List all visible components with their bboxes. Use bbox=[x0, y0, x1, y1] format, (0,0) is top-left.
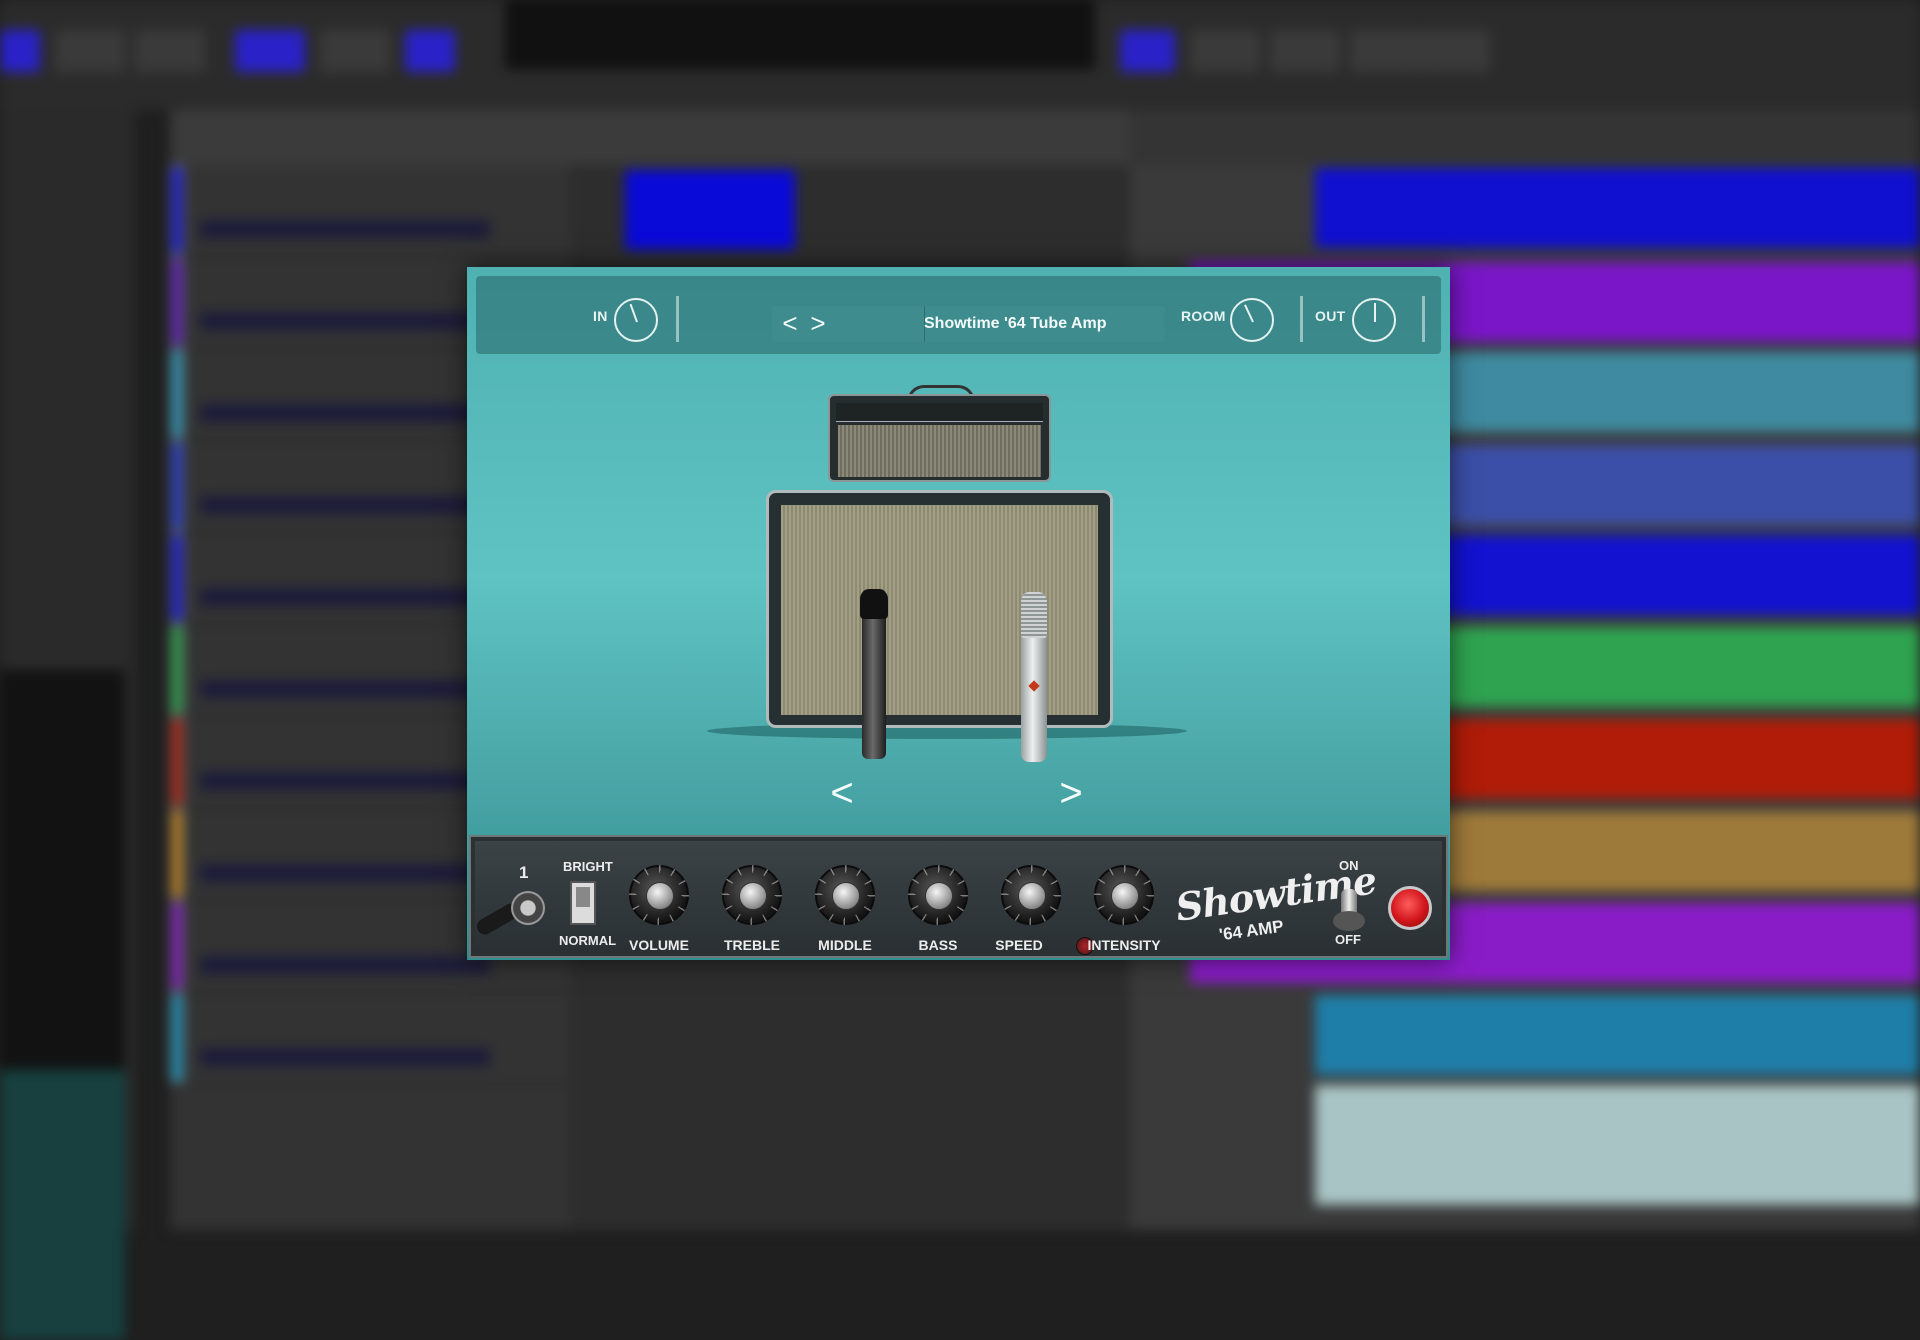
on-label: ON bbox=[1339, 858, 1359, 873]
power-toggle-switch[interactable] bbox=[1333, 889, 1365, 931]
chevron-left-icon[interactable]: < bbox=[827, 773, 857, 815]
middle-label: MIDDLE bbox=[818, 937, 872, 953]
daw-timeline-ruler bbox=[1130, 110, 1920, 165]
input-label: IN bbox=[593, 308, 608, 324]
middle-knob[interactable]: MIDDLE bbox=[807, 865, 883, 953]
daw-toolbar-button bbox=[0, 30, 40, 72]
amp-control-panel: 1 BRIGHT NORMAL VOLUME TREBLE MIDDLE BAS… bbox=[469, 835, 1448, 958]
divider bbox=[1300, 296, 1303, 342]
bass-knob[interactable]: BASS bbox=[900, 865, 976, 953]
intensity-knob[interactable]: INTENSITY bbox=[1086, 865, 1162, 953]
divider bbox=[676, 296, 679, 342]
preset-name[interactable]: Showtime '64 Tube Amp bbox=[924, 306, 1165, 342]
speed-knob[interactable]: SPEED bbox=[993, 865, 1069, 953]
daw-toolbar-button bbox=[1420, 30, 1490, 72]
treble-label: TREBLE bbox=[724, 937, 780, 953]
speed-label: SPEED bbox=[995, 937, 1043, 953]
dynamic-microphone-icon[interactable] bbox=[860, 589, 888, 759]
room-label: ROOM bbox=[1181, 308, 1226, 324]
ribbon-microphone-icon[interactable] bbox=[1021, 592, 1047, 762]
preset-selector[interactable]: < > Showtime '64 Tube Amp bbox=[772, 306, 1165, 342]
plugin-header: IN < > Showtime '64 Tube Amp ROOM OUT bbox=[476, 276, 1441, 354]
preset-nav: < > bbox=[772, 306, 925, 342]
room-knob-icon[interactable] bbox=[1230, 298, 1274, 342]
speaker-cabinet-image[interactable] bbox=[766, 490, 1113, 728]
daw-toolbar-button bbox=[135, 30, 205, 72]
chevron-right-icon[interactable]: > bbox=[804, 308, 832, 340]
amp-head-image[interactable] bbox=[828, 394, 1051, 482]
daw-toolbar-button bbox=[1270, 30, 1340, 72]
divider bbox=[1422, 296, 1425, 342]
daw-toolbar-button bbox=[55, 30, 125, 72]
volume-knob[interactable]: VOLUME bbox=[621, 865, 697, 953]
output-label: OUT bbox=[1315, 308, 1346, 324]
daw-track-row bbox=[170, 993, 570, 1085]
daw-lcd-display bbox=[505, 0, 1095, 70]
daw-toolbar-button bbox=[320, 30, 390, 72]
off-label: OFF bbox=[1335, 932, 1361, 947]
input-knob-icon[interactable] bbox=[614, 298, 658, 342]
daw-toolbar-button bbox=[1350, 30, 1420, 72]
jack-icon[interactable] bbox=[511, 891, 545, 925]
chevron-left-icon[interactable]: < bbox=[776, 308, 804, 340]
daw-inspector bbox=[0, 110, 135, 1340]
bright-switch[interactable] bbox=[570, 881, 596, 925]
daw-toolbar-button bbox=[1190, 30, 1260, 72]
daw-scene-header bbox=[170, 110, 1130, 165]
input-number: 1 bbox=[519, 863, 529, 882]
daw-toolbar-button bbox=[405, 30, 455, 72]
output-knob-icon[interactable] bbox=[1352, 298, 1396, 342]
chevron-right-icon[interactable]: > bbox=[1056, 773, 1086, 815]
daw-toolbar-button bbox=[1120, 30, 1175, 72]
normal-label: NORMAL bbox=[559, 933, 617, 948]
treble-knob[interactable]: TREBLE bbox=[714, 865, 790, 953]
intensity-label: INTENSITY bbox=[1087, 937, 1161, 953]
daw-track-row bbox=[170, 165, 570, 257]
bright-label: BRIGHT bbox=[563, 859, 613, 874]
daw-region bbox=[1315, 995, 1920, 1075]
daw-region bbox=[1315, 1085, 1920, 1205]
amp-plugin-window: IN < > Showtime '64 Tube Amp ROOM OUT < … bbox=[467, 267, 1450, 960]
daw-toolbar-button bbox=[235, 30, 305, 72]
daw-region bbox=[1315, 168, 1920, 248]
daw-clip bbox=[625, 170, 795, 250]
volume-label: VOLUME bbox=[629, 937, 689, 953]
power-lamp-icon bbox=[1388, 886, 1432, 930]
